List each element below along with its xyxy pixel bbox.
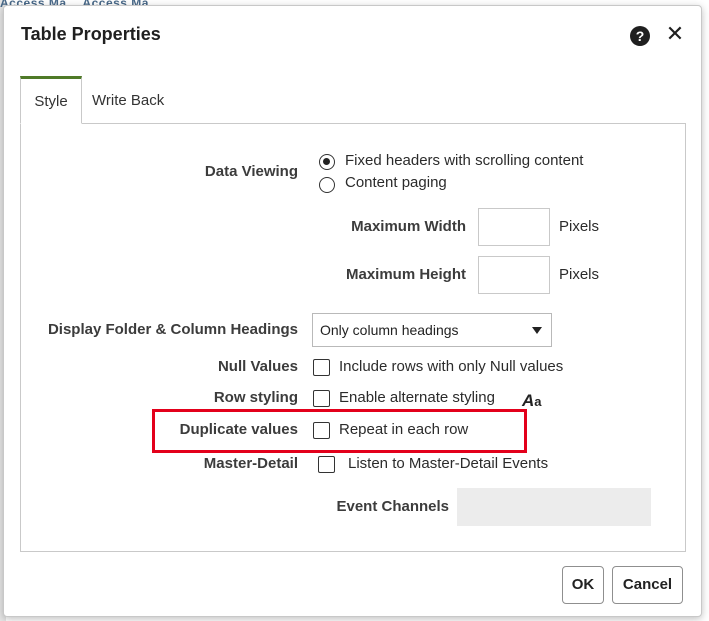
display-headings-label: Display Folder & Column Headings [47,321,298,338]
chevron-down-icon [532,327,542,334]
null-values-checkbox-label: Include rows with only Null values [339,358,564,375]
tab-style[interactable]: Style [20,76,82,124]
dialog-title: Table Properties [21,24,161,44]
event-channels-input [457,488,651,526]
radio-fixed-headers-label: Fixed headers with scrolling content [345,152,584,169]
display-headings-select[interactable]: Only column headings [312,313,552,347]
null-values-label: Null Values [217,358,298,375]
null-values-checkbox[interactable] [313,359,330,376]
radio-fixed-headers[interactable] [319,154,335,170]
display-headings-value: Only column headings [320,322,459,338]
table-properties-dialog: Table Properties ? ✕ Style Write Back Da… [3,5,702,617]
duplicate-values-checkbox[interactable] [313,422,330,439]
ok-button[interactable]: OK [562,566,604,604]
max-width-input[interactable] [478,208,550,246]
max-width-unit: Pixels [559,218,600,235]
radio-content-paging[interactable] [319,177,335,193]
close-icon[interactable]: ✕ [663,22,687,46]
max-width-label: Maximum Width [351,218,466,235]
max-height-label: Maximum Height [345,266,466,283]
question-circle-icon[interactable]: ? [630,26,650,46]
max-height-unit: Pixels [559,266,600,283]
duplicate-values-checkbox-label: Repeat in each row [339,421,469,438]
master-detail-checkbox[interactable] [318,456,335,473]
radio-content-paging-label: Content paging [345,174,447,191]
duplicate-values-label: Duplicate values [179,421,298,438]
master-detail-checkbox-label: Listen to Master-Detail Events [348,455,549,472]
data-viewing-label: Data Viewing [204,163,298,180]
master-detail-label: Master-Detail [203,455,298,472]
row-styling-checkbox[interactable] [313,390,330,407]
font-format-icon[interactable]: Aa [522,391,542,411]
row-styling-label: Row styling [213,389,298,406]
cancel-button[interactable]: Cancel [612,566,683,604]
max-height-input[interactable] [478,256,550,294]
tab-write-back[interactable]: Write Back [92,76,182,124]
row-styling-checkbox-label: Enable alternate styling [339,389,495,406]
event-channels-label: Event Channels [336,498,449,515]
